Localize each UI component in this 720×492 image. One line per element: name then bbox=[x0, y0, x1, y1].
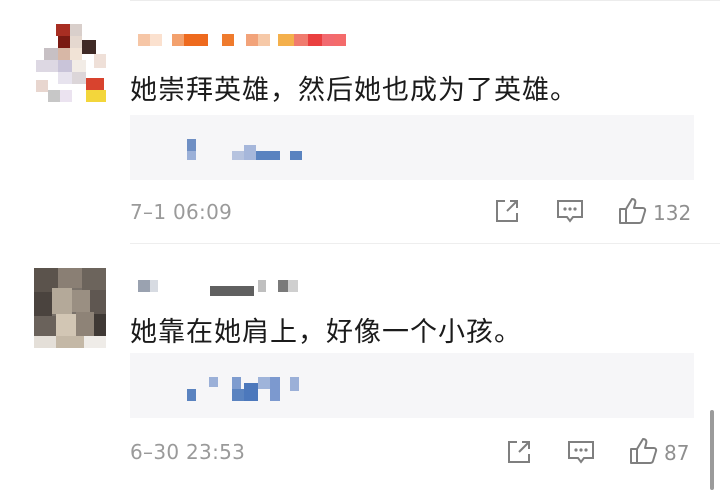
comment-item: 她崇拜英雄，然后她也成为了英雄。 7–1 06:09 132 bbox=[0, 0, 720, 244]
username-obscured[interactable] bbox=[138, 34, 378, 54]
like-button[interactable]: 87 bbox=[628, 436, 689, 470]
thumbs-up-icon bbox=[628, 436, 658, 470]
comment-divider bbox=[130, 243, 720, 244]
comment-text: 她崇拜英雄，然后她也成为了英雄。 bbox=[130, 75, 578, 106]
comment-item: 她靠在她肩上，好像一个小孩。 6–30 23:53 87 bbox=[0, 246, 720, 492]
username-obscured[interactable] bbox=[138, 276, 378, 296]
comment-timestamp: 6–30 23:53 bbox=[130, 440, 246, 464]
avatar[interactable] bbox=[36, 24, 108, 104]
thumbs-up-icon bbox=[617, 196, 647, 230]
comment-timestamp: 7–1 06:09 bbox=[130, 200, 233, 224]
like-count: 87 bbox=[664, 441, 690, 465]
share-icon[interactable] bbox=[505, 438, 533, 468]
comment-icon[interactable] bbox=[555, 198, 585, 228]
reply-preview[interactable] bbox=[130, 115, 694, 180]
like-button[interactable]: 132 bbox=[617, 196, 691, 230]
comment-icon[interactable] bbox=[566, 439, 596, 469]
share-icon[interactable] bbox=[493, 197, 521, 227]
scrollbar[interactable] bbox=[710, 410, 714, 490]
reply-preview[interactable] bbox=[130, 353, 694, 418]
comment-text: 她靠在她肩上，好像一个小孩。 bbox=[130, 317, 522, 348]
like-count: 132 bbox=[653, 201, 692, 225]
avatar[interactable] bbox=[34, 268, 106, 348]
